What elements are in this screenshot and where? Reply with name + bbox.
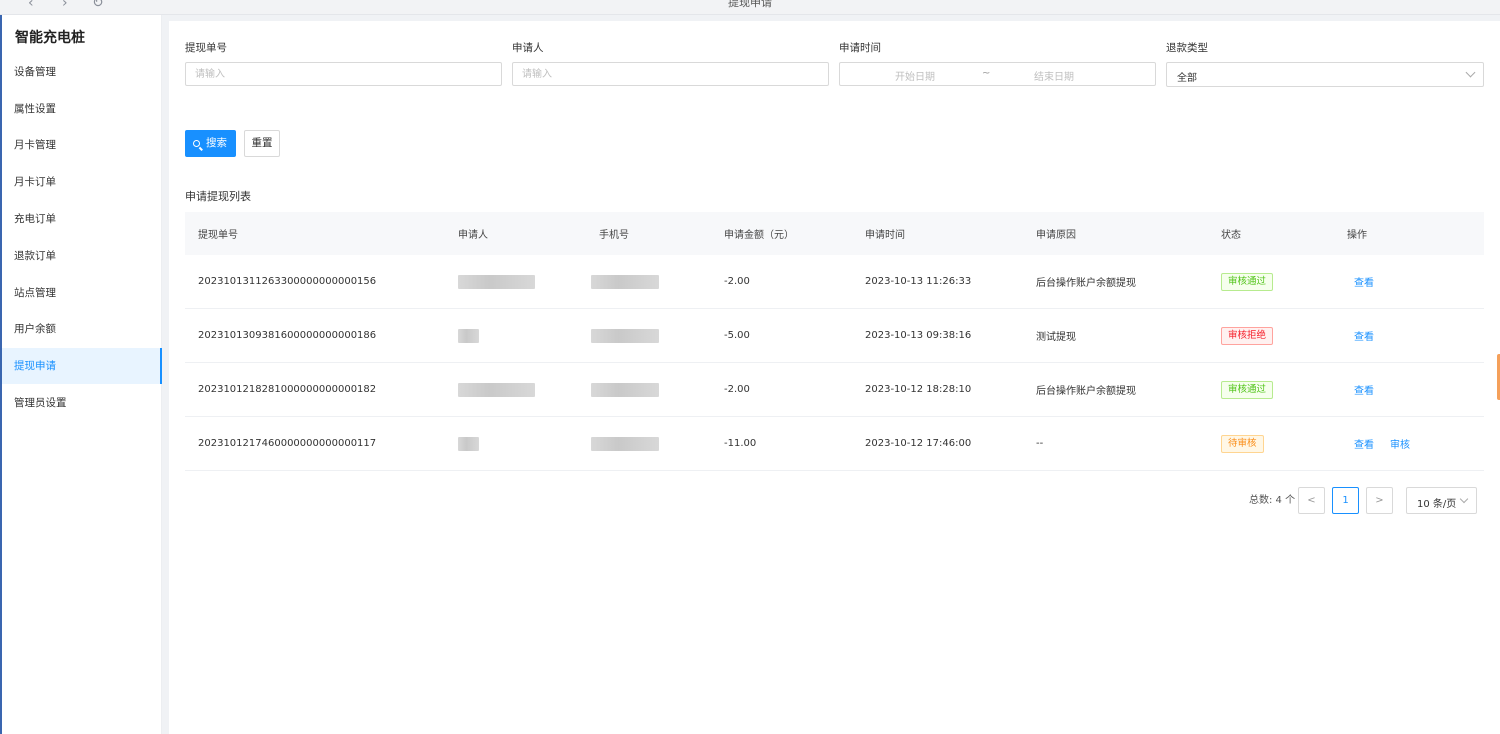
table-row: 2023101311263300000000000156 -2.00 2023-… — [185, 255, 1484, 309]
start-date-input[interactable]: 开始日期 — [895, 68, 935, 83]
window-title: 提现申请 — [728, 0, 772, 9]
status-badge: 待审核 — [1221, 434, 1264, 453]
review-link[interactable]: 审核 — [1390, 436, 1410, 451]
order-no-label: 提现单号 — [185, 42, 227, 54]
order-no-cell: 2023101309381600000000000186 — [198, 330, 377, 341]
view-link[interactable]: 查看 — [1354, 382, 1374, 397]
amount-cell: -2.00 — [724, 276, 750, 287]
status-cell: 审核通过 — [1221, 255, 1274, 308]
status-badge: 审核通过 — [1221, 272, 1274, 291]
column-header: 申请金额（元） — [724, 230, 794, 241]
applicant-cell-redacted — [458, 309, 479, 362]
actions-cell: 查看 — [1354, 255, 1390, 308]
brand-title: 智能充电桩 — [15, 30, 85, 46]
sidebar-item-stations[interactable]: 站点管理 — [2, 275, 162, 311]
chevron-down-icon — [1459, 494, 1469, 504]
column-header: 申请人 — [458, 230, 488, 241]
order-no-cell: 2023101217460000000000000117 — [198, 438, 377, 449]
end-date-input[interactable]: 结束日期 — [1034, 68, 1074, 83]
applicant-cell-redacted — [458, 363, 535, 416]
refund-type-label: 退款类型 — [1166, 42, 1208, 54]
applicant-cell-redacted — [458, 255, 535, 308]
page-1-button[interactable]: 1 — [1332, 487, 1359, 514]
date-range-picker[interactable]: 开始日期 ~ 结束日期 — [839, 62, 1156, 86]
main-panel: 提现单号 申请人 申请时间 开始日期 ~ 结束日期 退款类型 全部 搜索 重置 … — [169, 21, 1500, 734]
apply-time-label: 申请时间 — [839, 42, 881, 54]
refund-type-select[interactable]: 全部 — [1166, 62, 1484, 87]
page-size-select[interactable]: 10 条/页 — [1406, 487, 1477, 514]
actions-cell: 查看 — [1354, 363, 1390, 416]
column-header: 状态 — [1221, 230, 1241, 241]
amount-cell: -11.00 — [724, 438, 757, 449]
prev-page-button[interactable]: < — [1298, 487, 1325, 514]
sidebar-item-device[interactable]: 设备管理 — [2, 54, 162, 90]
phone-cell-redacted — [591, 417, 659, 470]
amount-cell: -5.00 — [724, 330, 750, 341]
search-icon — [193, 140, 200, 147]
search-button[interactable]: 搜索 — [185, 130, 236, 157]
refund-type-value: 全部 — [1177, 73, 1197, 84]
applicant-cell-redacted — [458, 417, 479, 470]
column-header: 手机号 — [599, 230, 629, 241]
page-size-value: 10 条/页 — [1417, 499, 1457, 510]
sidebar-item-card-orders[interactable]: 月卡订单 — [2, 164, 162, 200]
next-page-button[interactable]: > — [1366, 487, 1393, 514]
column-header: 提现单号 — [198, 230, 238, 241]
column-header: 申请时间 — [865, 230, 905, 241]
sidebar-item-attributes[interactable]: 属性设置 — [2, 91, 162, 127]
reason-cell: 后台操作账户余额提现 — [1036, 386, 1136, 397]
table-row: 2023101309381600000000000186 -5.00 2023-… — [185, 309, 1484, 363]
view-link[interactable]: 查看 — [1354, 274, 1374, 289]
list-title: 申请提现列表 — [185, 190, 251, 203]
order-no-input[interactable] — [185, 62, 502, 86]
phone-cell-redacted — [591, 309, 659, 362]
sidebar-item-withdrawal[interactable]: 提现申请 — [2, 348, 162, 384]
time-cell: 2023-10-12 17:46:00 — [865, 438, 972, 449]
table-header: 提现单号 申请人 手机号 申请金额（元） 申请时间 申请原因 状态 操作 — [185, 212, 1484, 255]
reason-cell: 后台操作账户余额提现 — [1036, 278, 1136, 289]
sidebar-item-user-balance[interactable]: 用户余额 — [2, 311, 162, 347]
sidebar-item-monthly-card[interactable]: 月卡管理 — [2, 127, 162, 163]
column-header: 申请原因 — [1036, 230, 1076, 241]
sidebar: 智能充电桩 设备管理 属性设置 月卡管理 月卡订单 充电订单 退款订单 站点管理… — [0, 15, 162, 734]
table-row: 2023101217460000000000000117 -11.00 2023… — [185, 417, 1484, 471]
sidebar-item-admin[interactable]: 管理员设置 — [2, 385, 162, 421]
reason-cell: -- — [1036, 438, 1044, 449]
applicant-label: 申请人 — [512, 42, 544, 54]
column-header: 操作 — [1347, 230, 1367, 241]
time-cell: 2023-10-13 09:38:16 — [865, 330, 972, 341]
chevron-down-icon — [1465, 67, 1476, 78]
date-separator: ~ — [982, 68, 991, 79]
pagination-total: 总数: 4 个 — [1249, 495, 1296, 506]
amount-cell: -2.00 — [724, 384, 750, 395]
status-cell: 待审核 — [1221, 417, 1264, 470]
withdrawal-table: 提现单号 申请人 手机号 申请金额（元） 申请时间 申请原因 状态 操作 202… — [185, 212, 1484, 471]
view-link[interactable]: 查看 — [1354, 436, 1374, 451]
status-cell: 审核拒绝 — [1221, 309, 1274, 362]
status-badge: 审核通过 — [1221, 380, 1274, 399]
applicant-input[interactable] — [512, 62, 829, 86]
phone-cell-redacted — [591, 363, 659, 416]
reset-button[interactable]: 重置 — [244, 130, 280, 157]
status-badge: 审核拒绝 — [1221, 326, 1274, 345]
order-no-cell: 2023101218281000000000000182 — [198, 384, 377, 395]
time-cell: 2023-10-12 18:28:10 — [865, 384, 972, 395]
reason-cell: 测试提现 — [1036, 332, 1076, 343]
view-link[interactable]: 查看 — [1354, 328, 1374, 343]
sidebar-item-charge-orders[interactable]: 充电订单 — [2, 201, 162, 237]
status-cell: 审核通过 — [1221, 363, 1274, 416]
order-no-cell: 2023101311263300000000000156 — [198, 276, 377, 287]
sidebar-item-refund-orders[interactable]: 退款订单 — [2, 238, 162, 274]
search-button-label: 搜索 — [206, 137, 227, 149]
actions-cell: 查看 审核 — [1354, 417, 1426, 470]
table-row: 2023101218281000000000000182 -2.00 2023-… — [185, 363, 1484, 417]
actions-cell: 查看 — [1354, 309, 1390, 362]
phone-cell-redacted — [591, 255, 659, 308]
browser-bar: ‹ › ↻ 提现申请 — [0, 0, 1500, 15]
time-cell: 2023-10-13 11:26:33 — [865, 276, 972, 287]
